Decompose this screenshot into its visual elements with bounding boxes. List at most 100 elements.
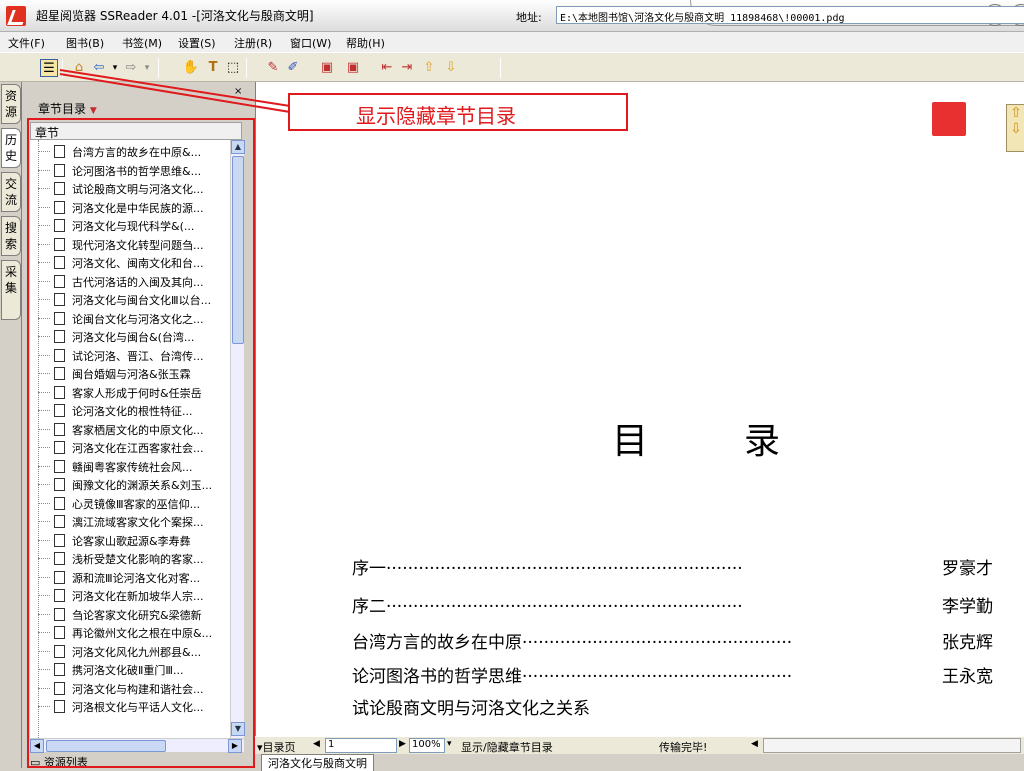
tree-item[interactable]: 台湾方言的故乡在中原&... [30, 143, 230, 160]
chapter-panel-title[interactable]: 章节目录 ▼ [38, 100, 97, 117]
scroll-left-icon[interactable]: ◀ [30, 739, 44, 753]
tree-item[interactable]: 河洛文化与闽台文化Ⅲ以台... [30, 291, 230, 308]
tree-item[interactable]: 再论徽州文化之根在中原&... [30, 624, 230, 641]
tree-vertical-scrollbar[interactable]: ▲ ▼ [230, 140, 245, 738]
menu-help[interactable]: 帮助(H) [346, 35, 385, 51]
toggle-toc-icon[interactable]: ☰ [40, 59, 58, 77]
tree-column-header[interactable]: 章节 [30, 122, 242, 140]
scroll-right-icon[interactable]: ▶ [228, 739, 242, 753]
tree-item[interactable]: 浅析受楚文化影响的客家... [30, 550, 230, 567]
tree-item[interactable]: 河洛根文化与平话人文化... [30, 698, 230, 715]
tree-item[interactable]: 闽豫文化的渊源关系&刘玉... [30, 476, 230, 493]
address-field[interactable]: E:\本地图书馆\河洛文化与殷商文明_11898468\!00001.pdg [556, 6, 1024, 24]
document-icon [54, 145, 65, 158]
status-scrollbar[interactable] [763, 738, 1021, 753]
tree-item[interactable]: 源和流Ⅲ论河洛文化对客... [30, 569, 230, 586]
tree-connector [38, 595, 50, 596]
prev-page-icon[interactable]: ◀ [313, 739, 320, 749]
tab-collect[interactable]: 采集 [1, 260, 21, 320]
tree-item[interactable]: 河洛文化与构建和谐社会... [30, 680, 230, 697]
menu-book[interactable]: 图书(B) [66, 35, 104, 51]
tree-item[interactable]: 客家人形成于何时&任崇岳 [30, 384, 230, 401]
tree-item-label: 论河洛文化的根性特征... [72, 405, 193, 418]
zoom-field[interactable]: 100% [409, 738, 445, 753]
toc-entry[interactable]: 论河图洛书的哲学思维······························… [352, 662, 792, 687]
tree-item[interactable]: 试论河洛、晋江、台湾传... [30, 347, 230, 364]
menu-window[interactable]: 窗口(W) [290, 35, 331, 51]
tree-item[interactable]: 河洛文化在新加坡华人宗... [30, 587, 230, 604]
tree-connector [38, 502, 50, 504]
tree-item[interactable]: 刍论客家文化研究&梁德新 [30, 606, 230, 623]
tab-history[interactable]: 历史 [1, 128, 21, 168]
home-icon[interactable]: ⌂ [70, 59, 88, 77]
tab-resources[interactable]: 资源 [1, 84, 21, 124]
arrow-down-icon[interactable]: ⇩ [1007, 121, 1024, 137]
arrow-up-icon[interactable]: ⇧ [1007, 105, 1024, 121]
page-up-icon[interactable]: ⇧ [420, 59, 438, 77]
tree-item-label: 客家人形成于何时&任崇岳 [72, 386, 202, 400]
tree-item[interactable]: 论河洛文化的根性特征... [30, 402, 230, 419]
page-down-icon[interactable]: ⇩ [442, 59, 460, 77]
toc-entry[interactable]: 序二······································… [352, 592, 743, 617]
hscroll-thumb[interactable] [46, 740, 166, 752]
fit-width-icon[interactable]: ▣ [318, 59, 336, 77]
scroll-down-icon[interactable]: ▼ [231, 722, 245, 736]
page-number-field[interactable]: 1 [325, 738, 397, 753]
fit-page-icon[interactable]: ▣ [344, 59, 362, 77]
forward-dropdown-icon[interactable]: ▾ [138, 59, 156, 77]
region-select-icon[interactable]: ⬚ [224, 59, 242, 77]
document-icon [54, 681, 65, 695]
toc-page-toggle[interactable]: ▾目录页 [257, 739, 296, 755]
zoom-dropdown-icon[interactable]: ▾ [447, 739, 452, 749]
tree-item[interactable]: 河洛文化、闽南文化和台... [30, 254, 230, 271]
text-select-icon[interactable]: T [204, 59, 222, 77]
tree-item[interactable]: 赣闽粤客家传统社会风... [30, 458, 230, 475]
tree-item[interactable]: 河洛文化与闽台&(台湾... [30, 328, 230, 345]
toc-entry[interactable]: 台湾方言的故乡在中原······························… [352, 628, 792, 653]
tree-horizontal-scrollbar[interactable]: ◀ ▶ [30, 738, 244, 753]
hand-tool-icon[interactable]: ✋ [182, 59, 200, 77]
tree-item[interactable]: 试论殷商文明与河洛文化... [30, 180, 230, 197]
menu-file[interactable]: 文件(F) [8, 35, 45, 51]
document-tab[interactable]: 河洛文化与殷商文明 [261, 754, 374, 771]
tree-item[interactable]: 河洛文化是中华民族的源... [30, 199, 230, 216]
tree-item[interactable]: 河洛文化风化九州郡县&... [30, 643, 230, 660]
tree-connector [38, 484, 50, 485]
tree-item[interactable]: 论客家山歌起源&李寿彝 [30, 532, 230, 549]
menu-register[interactable]: 注册(R) [234, 35, 272, 51]
tree-item[interactable]: 古代河洛话的入闽及其向... [30, 273, 230, 290]
tree-item-label: 再论徽州文化之根在中原&... [72, 627, 213, 640]
scroll-up-icon[interactable]: ▲ [231, 140, 245, 154]
tree-item[interactable]: 河洛文化在江西客家社会... [30, 439, 230, 456]
tree-connector [38, 391, 50, 393]
tree-item[interactable]: 漓江流域客家文化个案探... [30, 513, 230, 530]
resource-list-tab[interactable]: ▭ 资源列表 [30, 754, 244, 769]
tab-search[interactable]: 搜索 [1, 216, 21, 256]
tree-item[interactable]: 现代河洛文化转型问题刍... [30, 236, 230, 253]
scroll-thumb[interactable] [232, 156, 244, 344]
next-page-icon[interactable]: ▶ [399, 739, 406, 749]
tree-item[interactable]: 河洛文化与现代科学&(... [30, 217, 230, 234]
tree-item[interactable]: 携河洛文化破Ⅱ重门Ⅲ... [30, 661, 230, 678]
pen-icon[interactable]: ✐ [284, 59, 302, 77]
annotate-icon[interactable]: ✎ [264, 59, 282, 77]
first-page-icon[interactable]: ⇤ [378, 59, 396, 77]
tree-item[interactable]: 心灵镜像Ⅲ客家的巫信仰... [30, 495, 230, 512]
last-page-icon[interactable]: ⇥ [398, 59, 416, 77]
menu-bar: 文件(F) 图书(B) 书签(M) 设置(S) 注册(R) 窗口(W) 帮助(H… [0, 32, 1024, 52]
document-icon [54, 644, 65, 658]
toc-entry[interactable]: 序一······································… [352, 554, 743, 579]
tree-item[interactable]: 论河图洛书的哲学思维&... [30, 162, 230, 179]
tree-item[interactable]: 闽台婚姻与河洛&张玉霖 [30, 365, 230, 382]
tree-item[interactable]: 客家栖居文化的中原文化... [30, 421, 230, 438]
tab-exchange[interactable]: 交流 [1, 172, 21, 212]
close-panel-icon[interactable]: × [234, 86, 242, 97]
menu-settings[interactable]: 设置(S) [178, 35, 216, 51]
tree-item[interactable]: 论闽台文化与河洛文化之... [30, 310, 230, 327]
menu-bookmark[interactable]: 书签(M) [122, 35, 162, 51]
toggle-toc-status-button[interactable]: 显示/隐藏章节目录 [461, 739, 553, 755]
toc-entry[interactable]: 试论殷商文明与河洛文化之关系 [352, 694, 590, 719]
page-nav-arrows[interactable]: ⇧ ⇩ [1006, 104, 1024, 152]
tree-item-label: 刍论客家文化研究&梁德新 [72, 608, 202, 622]
status-scroll-left-icon[interactable]: ◀ [751, 739, 758, 749]
